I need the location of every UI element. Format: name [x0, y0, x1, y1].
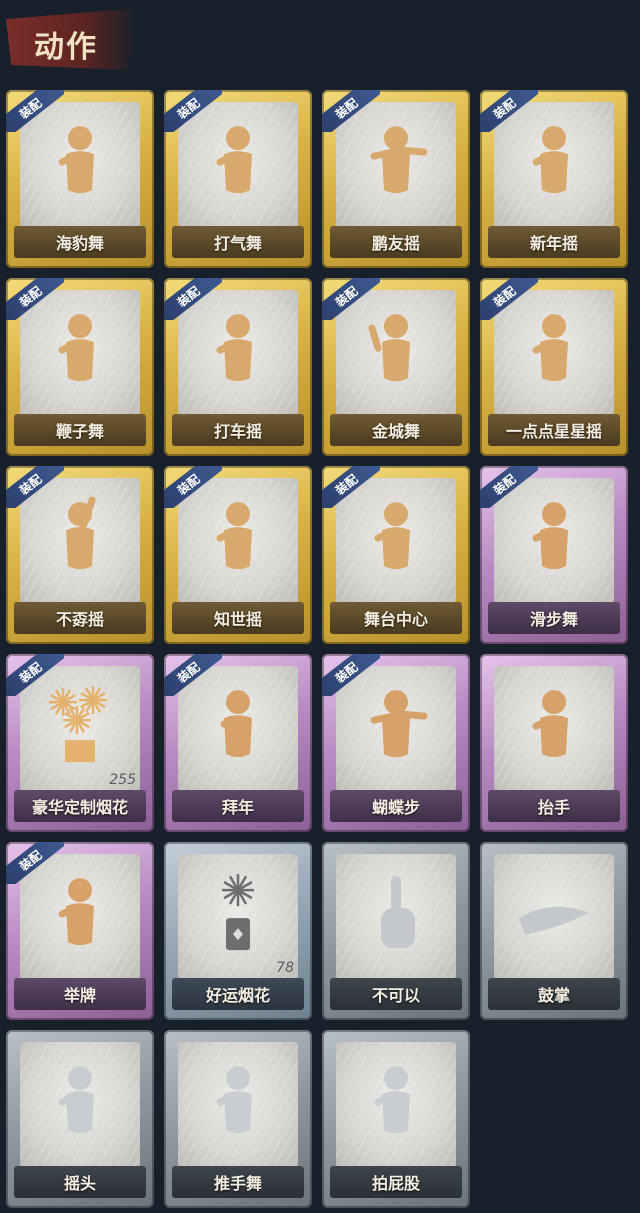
card-artwork: [20, 1042, 140, 1168]
emote-card[interactable]: 摇头: [6, 1030, 154, 1208]
equipped-badge: 装配: [480, 90, 538, 132]
emote-name: 抬手: [488, 790, 620, 822]
card-artwork: [494, 666, 614, 792]
equipped-label: 装配: [6, 90, 64, 132]
equipped-badge: 装配: [6, 842, 64, 884]
emote-grid: 海豹舞 装配 打气舞 装配 鹏友摇 装配 新年摇 装配 鞭子舞 装配 打车摇 装配 金城舞 装配 一点点星星…: [0, 0, 640, 1213]
emote-name: 拍屁股: [330, 1166, 462, 1198]
emote-name: 鼓掌: [488, 978, 620, 1010]
emote-card[interactable]: 滑步舞 装配: [480, 466, 628, 644]
finger-wag-icon: [361, 868, 431, 962]
emote-card[interactable]: 鹏友摇 装配: [322, 90, 470, 268]
emote-card[interactable]: 不孬摇 装配: [6, 466, 154, 644]
equipped-badge: 装配: [480, 278, 538, 320]
emote-name: 摇头: [14, 1166, 146, 1198]
emote-name: 蝴蝶步: [330, 790, 462, 822]
emote-name: 不孬摇: [14, 602, 146, 634]
emote-name: 金城舞: [330, 414, 462, 446]
equipped-label: 装配: [322, 466, 380, 508]
item-count: 78: [276, 960, 294, 976]
equipped-label: 装配: [322, 654, 380, 696]
equipped-label: 装配: [480, 466, 538, 508]
emote-name: 知世摇: [172, 602, 304, 634]
butt-slap-figure-icon: [356, 1056, 436, 1150]
clapping-hands-icon: [509, 879, 599, 953]
emote-name: 打气舞: [172, 226, 304, 258]
equipped-badge: 装配: [322, 466, 380, 508]
emote-card[interactable]: 金城舞 装配: [322, 278, 470, 456]
equipped-label: 装配: [6, 842, 64, 884]
equipped-label: 装配: [164, 90, 222, 132]
raise-hand-figure-icon: [514, 680, 594, 774]
emote-name: 鹏友摇: [330, 226, 462, 258]
firework-cracker-icon: [193, 868, 283, 962]
emote-card[interactable]: 蝴蝶步 装配: [322, 654, 470, 832]
emote-card[interactable]: 不可以: [322, 842, 470, 1020]
card-artwork: [494, 854, 614, 980]
emote-name: 好运烟花: [172, 978, 304, 1010]
equipped-badge: 装配: [322, 654, 380, 696]
emote-card[interactable]: 拜年 装配: [164, 654, 312, 832]
equipped-label: 装配: [480, 278, 538, 320]
equipped-badge: 装配: [6, 466, 64, 508]
emote-name: 举牌: [14, 978, 146, 1010]
emote-name: 鞭子舞: [14, 414, 146, 446]
emote-card[interactable]: 鼓掌: [480, 842, 628, 1020]
equipped-label: 装配: [6, 466, 64, 508]
equipped-badge: 装配: [6, 278, 64, 320]
emote-card[interactable]: 推手舞: [164, 1030, 312, 1208]
emote-name: 滑步舞: [488, 602, 620, 634]
emote-name: 新年摇: [488, 226, 620, 258]
emote-card[interactable]: 打车摇 装配: [164, 278, 312, 456]
emote-name: 一点点星星摇: [488, 414, 620, 446]
emote-card[interactable]: 打气舞 装配: [164, 90, 312, 268]
emote-card[interactable]: 新年摇 装配: [480, 90, 628, 268]
equipped-label: 装配: [322, 90, 380, 132]
equipped-label: 装配: [164, 278, 222, 320]
emote-card[interactable]: 舞台中心 装配: [322, 466, 470, 644]
equipped-badge: 装配: [480, 466, 538, 508]
equipped-badge: 装配: [164, 466, 222, 508]
emote-name: 不可以: [330, 978, 462, 1010]
emote-name: 推手舞: [172, 1166, 304, 1198]
equipped-label: 装配: [164, 654, 222, 696]
equipped-badge: 装配: [322, 278, 380, 320]
emote-card[interactable]: 举牌 装配: [6, 842, 154, 1020]
emote-card[interactable]: 海豹舞 装配: [6, 90, 154, 268]
equipped-label: 装配: [6, 654, 64, 696]
emote-card[interactable]: 78 好运烟花: [164, 842, 312, 1020]
push-hand-figure-icon: [198, 1056, 278, 1150]
equipped-badge: 装配: [164, 654, 222, 696]
equipped-badge: 装配: [322, 90, 380, 132]
emote-card[interactable]: 拍屁股: [322, 1030, 470, 1208]
item-count: 255: [109, 772, 136, 788]
equipped-label: 装配: [164, 466, 222, 508]
emote-name: 拜年: [172, 790, 304, 822]
card-artwork: [336, 854, 456, 980]
equipped-badge: 装配: [6, 654, 64, 696]
equipped-badge: 装配: [164, 90, 222, 132]
card-artwork: [336, 1042, 456, 1168]
equipped-badge: 装配: [6, 90, 64, 132]
emote-card[interactable]: 抬手: [480, 654, 628, 832]
emote-name: 舞台中心: [330, 602, 462, 634]
emote-name: 海豹舞: [14, 226, 146, 258]
emote-name: 打车摇: [172, 414, 304, 446]
equipped-badge: 装配: [164, 278, 222, 320]
emote-card[interactable]: 知世摇 装配: [164, 466, 312, 644]
equipped-label: 装配: [322, 278, 380, 320]
emote-name: 豪华定制烟花: [14, 790, 146, 822]
emote-card[interactable]: 255 豪华定制烟花 装配: [6, 654, 154, 832]
emote-card[interactable]: 一点点星星摇 装配: [480, 278, 628, 456]
head-shake-figure-icon: [40, 1056, 120, 1150]
equipped-label: 装配: [6, 278, 64, 320]
emote-card[interactable]: 鞭子舞 装配: [6, 278, 154, 456]
equipped-label: 装配: [480, 90, 538, 132]
card-artwork: [178, 1042, 298, 1168]
